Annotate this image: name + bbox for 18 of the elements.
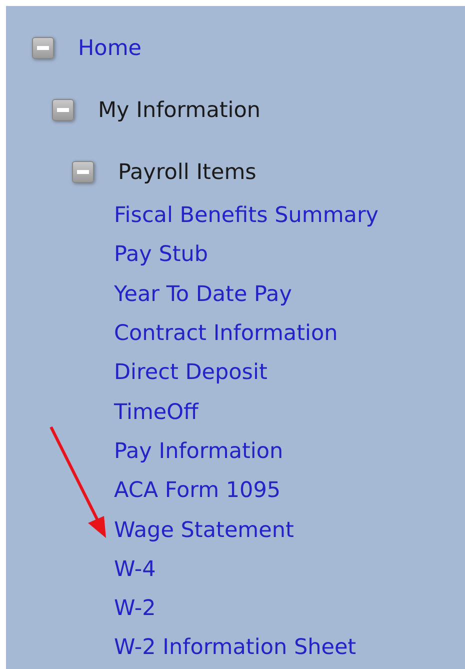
tree-link[interactable]: Wage Statement: [114, 518, 294, 543]
collapse-icon[interactable]: [32, 37, 54, 59]
tree-link[interactable]: Home: [78, 36, 142, 60]
tree-link[interactable]: Fiscal Benefits Summary: [114, 203, 379, 228]
tree-link[interactable]: Pay Stub: [114, 242, 208, 268]
tree-link[interactable]: W-2 Information Sheet: [114, 635, 356, 660]
tree-link[interactable]: TimeOff: [114, 400, 198, 425]
tree-link[interactable]: W-2: [114, 596, 156, 622]
tree-link[interactable]: W-4: [114, 556, 156, 582]
tree-link[interactable]: Year To Date Pay: [114, 282, 292, 307]
tree-link[interactable]: Pay Information: [114, 438, 284, 464]
tree-link[interactable]: ACA Form 1095: [114, 478, 281, 504]
tree-link[interactable]: Contract Information: [114, 321, 338, 346]
collapse-icon[interactable]: [52, 99, 74, 121]
tree-label: Payroll Items: [118, 160, 256, 184]
tree-link[interactable]: Direct Deposit: [114, 360, 268, 386]
collapse-icon[interactable]: [72, 161, 94, 183]
tree-label: My Information: [98, 98, 261, 122]
